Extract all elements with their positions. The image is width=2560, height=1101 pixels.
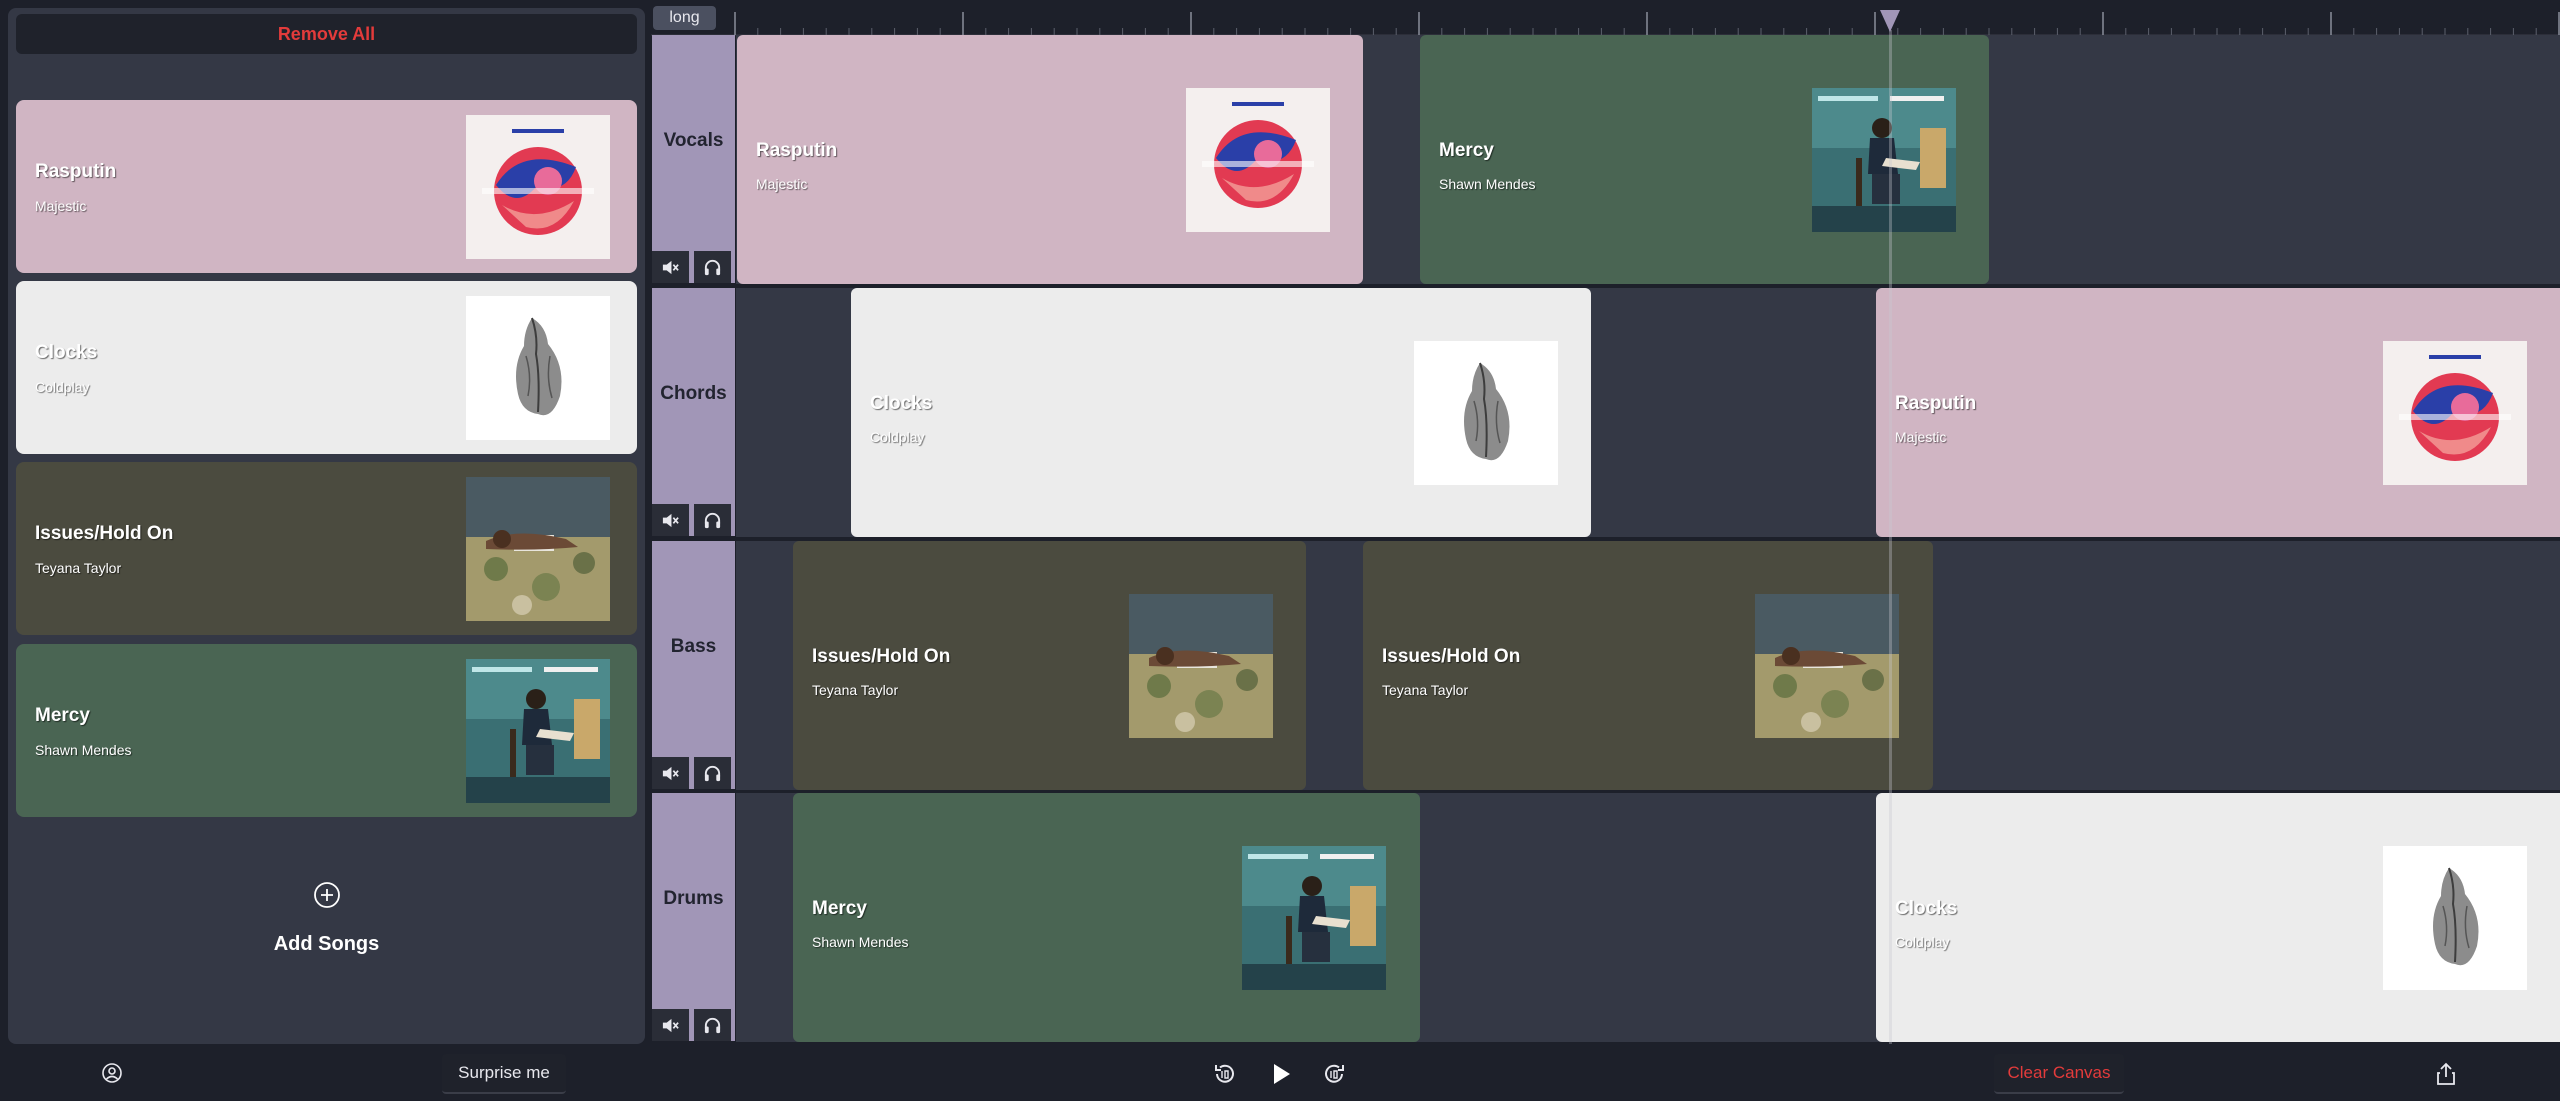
clip-clocks[interactable]: Clocks Coldplay: [1876, 793, 2560, 1042]
headphones-icon: [703, 764, 722, 783]
track-header-vocals: Vocals: [652, 35, 735, 283]
playhead-handle[interactable]: [1878, 8, 1902, 34]
clip-title: Clocks: [1895, 898, 1958, 919]
solo-button[interactable]: [694, 1009, 731, 1041]
song-title: Mercy: [35, 705, 90, 726]
clip-rasputin[interactable]: Rasputin Majestic: [1876, 288, 2560, 537]
timeline-ruler[interactable]: [651, 0, 2560, 36]
add-songs-label: Add Songs: [273, 933, 380, 955]
song-title: Clocks: [35, 342, 98, 363]
album-cover-image: [1186, 88, 1330, 232]
mute-button[interactable]: [652, 757, 689, 789]
song-card-rasputin[interactable]: Rasputin Majestic: [16, 100, 637, 273]
share-button[interactable]: [2436, 1062, 2456, 1086]
surprise-me-button[interactable]: Surprise me: [442, 1054, 566, 1094]
album-cover-image: [1242, 846, 1386, 990]
playhead-line: [1889, 30, 1892, 1044]
clip-artist: Majestic: [756, 176, 808, 192]
clip-mercy[interactable]: Mercy Shawn Mendes: [793, 793, 1420, 1042]
track-name: Vocals: [663, 130, 724, 151]
headphones-icon: [703, 1016, 722, 1035]
mute-button[interactable]: [652, 1009, 689, 1041]
track-header-drums: Drums: [652, 793, 735, 1041]
song-card-issues-hold-on[interactable]: Issues/Hold On Teyana Taylor: [16, 462, 637, 635]
track-name: Chords: [660, 383, 727, 404]
album-cover-image: [466, 477, 610, 621]
profile-button[interactable]: [101, 1062, 123, 1084]
clip-title: Issues/Hold On: [812, 646, 951, 667]
song-artist: Coldplay: [35, 379, 90, 395]
album-cover-image: [2383, 846, 2527, 990]
song-artist: Majestic: [35, 198, 87, 214]
track-header-chords: Chords: [652, 288, 735, 536]
solo-button[interactable]: [694, 757, 731, 789]
clip-title: Mercy: [1439, 140, 1494, 161]
add-songs-button[interactable]: Add Songs: [16, 851, 637, 971]
rewind-icon: [1215, 1064, 1234, 1083]
play-icon: [1274, 1064, 1290, 1084]
user-circle-icon: [102, 1063, 122, 1083]
track-header-bass: Bass: [652, 541, 735, 789]
headphones-icon: [703, 511, 722, 530]
clip-artist: Coldplay: [870, 429, 925, 445]
song-artist: Shawn Mendes: [35, 742, 132, 758]
album-cover-image: [1414, 341, 1558, 485]
solo-button[interactable]: [694, 251, 731, 283]
album-cover-image: [466, 296, 610, 440]
clip-artist: Shawn Mendes: [812, 934, 909, 950]
album-cover-image: [466, 115, 610, 259]
mute-icon: [661, 1016, 680, 1035]
clip-title: Rasputin: [756, 140, 838, 161]
clip-artist: Coldplay: [1895, 934, 1950, 950]
headphones-icon: [703, 258, 722, 277]
fast-forward-icon: [1325, 1064, 1344, 1083]
clip-title: Mercy: [812, 898, 867, 919]
song-card-mercy[interactable]: Mercy Shawn Mendes: [16, 644, 637, 817]
clip-title: Rasputin: [1895, 393, 1977, 414]
song-library-panel: Remove All Rasputin Majestic Clocks Cold…: [8, 8, 645, 1044]
solo-button[interactable]: [694, 504, 731, 536]
clip-title: Clocks: [870, 393, 933, 414]
mute-icon: [661, 258, 680, 277]
clip-artist: Teyana Taylor: [1382, 682, 1469, 698]
track-name: Drums: [663, 888, 724, 909]
mute-icon: [661, 511, 680, 530]
play-button[interactable]: [1270, 1062, 1292, 1086]
mute-button[interactable]: [652, 504, 689, 536]
mute-button[interactable]: [652, 251, 689, 283]
clear-canvas-button[interactable]: Clear Canvas: [1994, 1054, 2124, 1094]
remove-all-button[interactable]: Remove All: [16, 14, 637, 54]
plus-circle-icon: [314, 882, 340, 908]
album-cover-image: [2383, 341, 2527, 485]
clip-artist: Teyana Taylor: [812, 682, 899, 698]
song-title: Rasputin: [35, 161, 117, 182]
song-artist: Teyana Taylor: [35, 560, 122, 576]
clip-issues-hold-on[interactable]: Issues/Hold On Teyana Taylor: [793, 541, 1306, 790]
album-cover-image: [1129, 594, 1273, 738]
clip-mercy[interactable]: Mercy Shawn Mendes: [1420, 35, 1989, 284]
track-name: Bass: [670, 636, 717, 657]
album-cover-image: [1812, 88, 1956, 232]
song-title: Issues/Hold On: [35, 523, 174, 544]
clip-artist: Majestic: [1895, 429, 1947, 445]
song-card-clocks[interactable]: Clocks Coldplay: [16, 281, 637, 454]
mute-icon: [661, 764, 680, 783]
share-icon: [2437, 1062, 2455, 1085]
rewind-button[interactable]: [1212, 1062, 1236, 1086]
album-cover-image: [466, 659, 610, 803]
clip-issues-hold-on[interactable]: Issues/Hold On Teyana Taylor: [1363, 541, 1933, 790]
fast-forward-button[interactable]: [1323, 1062, 1347, 1086]
clip-artist: Shawn Mendes: [1439, 176, 1536, 192]
clip-rasputin[interactable]: Rasputin Majestic: [737, 35, 1363, 284]
clip-title: Issues/Hold On: [1382, 646, 1521, 667]
clip-clocks[interactable]: Clocks Coldplay: [851, 288, 1591, 537]
album-cover-image: [1755, 594, 1899, 738]
zoom-level-toggle[interactable]: long: [653, 6, 716, 30]
